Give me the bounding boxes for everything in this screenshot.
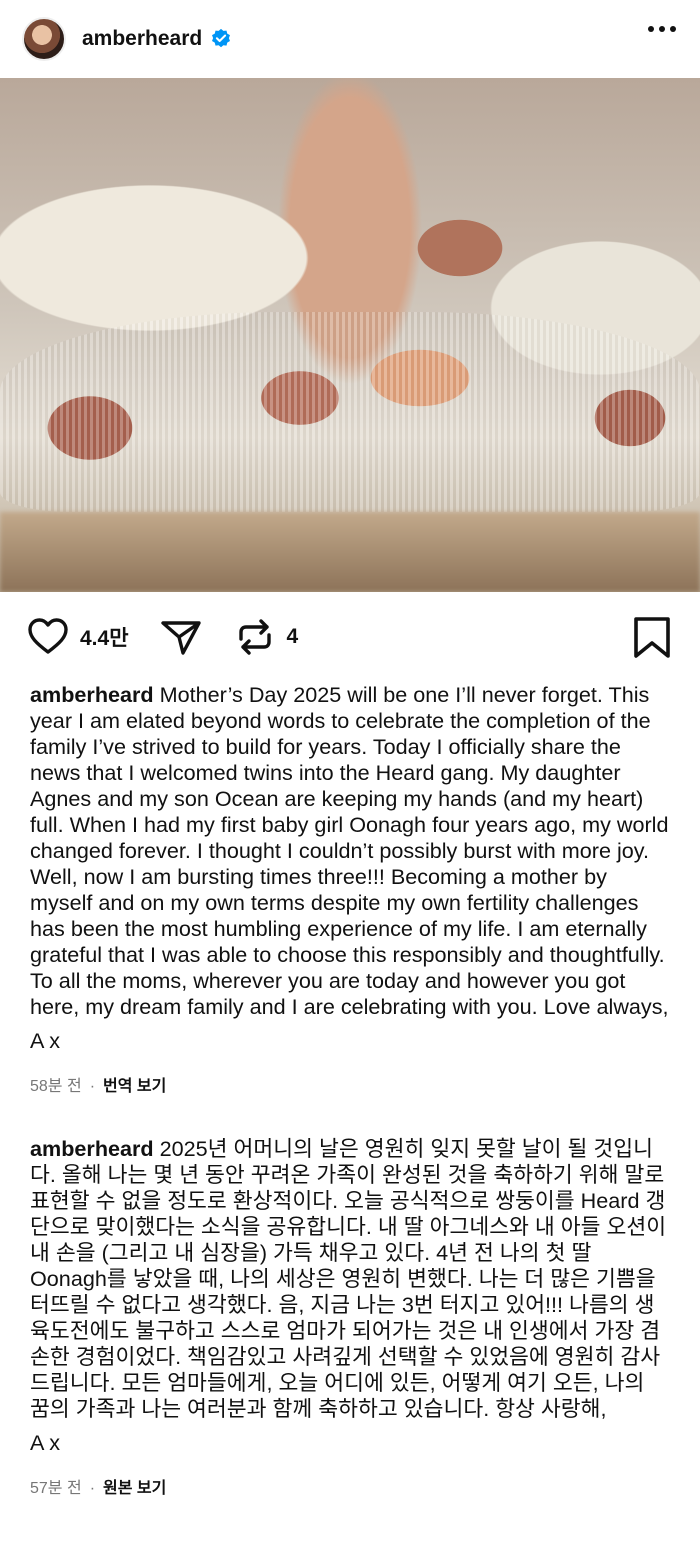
caption-meta: 57분 전 · 원본 보기 bbox=[30, 1476, 670, 1502]
view-original-link[interactable]: 원본 보기 bbox=[103, 1476, 166, 1502]
repost-icon bbox=[238, 619, 271, 655]
bookmark-button[interactable] bbox=[632, 616, 672, 665]
bookmark-icon bbox=[634, 617, 670, 658]
verified-badge-icon bbox=[212, 28, 231, 48]
post-image[interactable] bbox=[0, 78, 700, 592]
share-button[interactable] bbox=[159, 615, 203, 659]
caption-meta: 58분 전 · 번역 보기 bbox=[30, 1074, 670, 1100]
caption-signature: A x bbox=[30, 1028, 61, 1053]
heart-icon bbox=[28, 618, 68, 654]
caption-username[interactable]: amberheard bbox=[30, 1136, 154, 1161]
towel-texture bbox=[0, 312, 700, 512]
more-dots-icon[interactable] bbox=[648, 26, 676, 32]
username[interactable]: amberheard bbox=[82, 27, 202, 51]
separator-dot: · bbox=[89, 1078, 96, 1095]
caption-text: amberheard 2025년 어머니의 날은 영원히 잊지 못할 날이 될 … bbox=[30, 1136, 670, 1422]
like-button[interactable]: 4.4만 bbox=[26, 615, 129, 659]
like-count: 4.4만 bbox=[80, 627, 129, 650]
repost-count: 4 bbox=[286, 625, 299, 648]
send-icon bbox=[160, 621, 201, 655]
timestamp: 57분 전 bbox=[30, 1480, 82, 1497]
caption-body: Mother’s Day 2025 will be one I’ll never… bbox=[30, 682, 669, 1019]
caption-body: 2025년 어머니의 날은 영원히 잊지 못할 날이 될 것입니다. 올해 나는… bbox=[30, 1136, 667, 1421]
post-header: amberheard bbox=[0, 0, 700, 78]
caption-signature: A x bbox=[30, 1430, 61, 1455]
timestamp: 58분 전 bbox=[30, 1078, 82, 1095]
separator-dot: · bbox=[89, 1480, 96, 1497]
translate-link[interactable]: 번역 보기 bbox=[103, 1074, 166, 1100]
caption-text: amberheard Mother’s Day 2025 will be one… bbox=[30, 682, 670, 1020]
avatar[interactable] bbox=[22, 17, 66, 61]
action-bar: 4.4만 4 bbox=[0, 592, 700, 682]
caption-english: amberheard Mother’s Day 2025 will be one… bbox=[0, 682, 700, 1100]
caption-username[interactable]: amberheard bbox=[30, 682, 154, 707]
floor-texture bbox=[0, 512, 700, 592]
caption-korean: amberheard 2025년 어머니의 날은 영원히 잊지 못할 날이 될 … bbox=[0, 1136, 700, 1502]
repost-button[interactable]: 4 bbox=[233, 615, 299, 659]
